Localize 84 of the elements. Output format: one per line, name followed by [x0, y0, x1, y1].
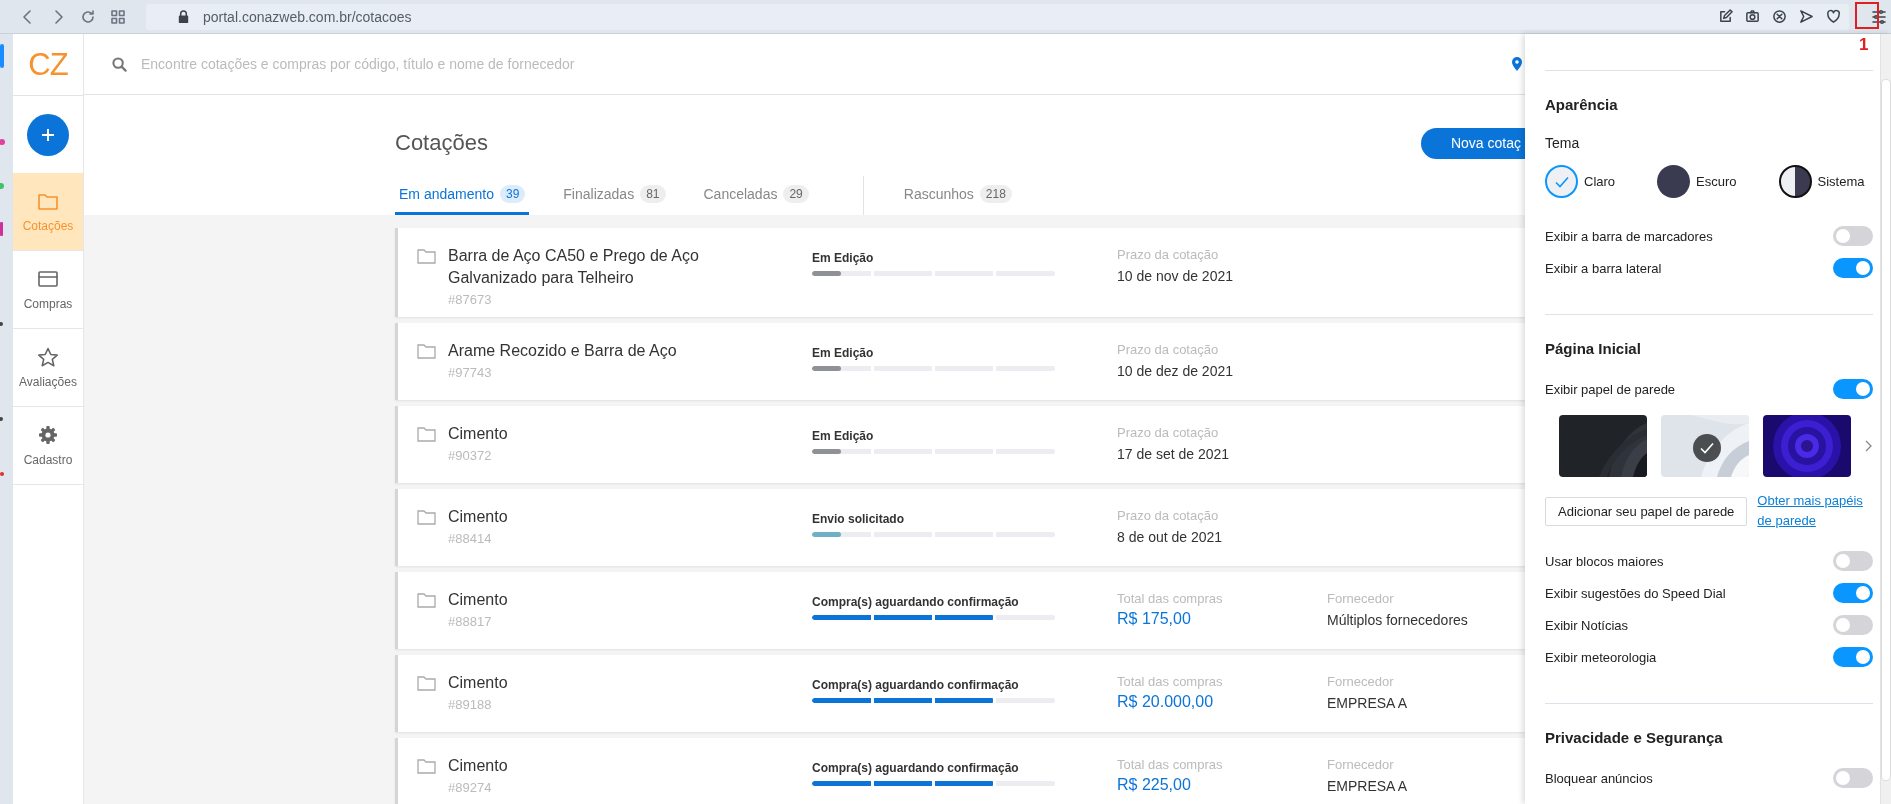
tab-label: Finalizadas [563, 186, 635, 202]
deadline-date: 10 de nov de 2021 [1117, 268, 1234, 284]
url-text: portal.conazweb.com.br/cotacoes [203, 8, 413, 25]
quote-card[interactable]: Cimento #90372 Em Edição Prazo da cotação 17 de set de 2021 [395, 406, 1525, 483]
total-value: R$ 175,00 [1117, 610, 1192, 628]
count-badge: 218 [979, 185, 1012, 203]
quote-id: #87673 [448, 292, 493, 307]
theme-option[interactable]: Escuro [1657, 165, 1737, 198]
count-badge: 29 [783, 185, 809, 203]
search-field[interactable]: Encontre cotações e compras por código, título e nome de fornecedor [139, 55, 843, 73]
quote-id: #88817 [448, 614, 493, 629]
annotation-number: 1 [1859, 35, 1869, 55]
total-value: R$ 225,00 [1117, 776, 1192, 794]
deadline-date: 8 de out de 2021 [1117, 529, 1224, 545]
quote-title: Cimento [448, 507, 509, 527]
address-bar[interactable]: portal.conazweb.com.br/cotacoes [146, 3, 1849, 30]
logo: CZ [13, 34, 83, 96]
status-label: Compra(s) aguardando confirmação [812, 761, 1020, 775]
section-title: Página Inicial [1545, 340, 1642, 357]
setting-label: Exibir sugestões do Speed Dial [1545, 585, 1726, 601]
setting-label: Exibir a barra de marcadores [1545, 228, 1713, 244]
quote-title: Cimento [448, 756, 509, 776]
quote-id: #90372 [448, 448, 493, 463]
status-label: Em Edição [812, 251, 875, 265]
status-label: Compra(s) aguardando confirmação [812, 678, 1020, 692]
count-badge: 81 [640, 185, 666, 203]
supplier-name: EMPRESA A [1327, 778, 1408, 794]
detail-label: Total das compras [1117, 674, 1224, 689]
new-quote-button[interactable]: Nova cotaç [1420, 127, 1525, 159]
tab[interactable]: Rascunhos 218 [899, 176, 1016, 215]
add-wallpaper-button[interactable]: Adicionar seu papel de parede [1545, 496, 1748, 526]
tab-label: Canceladas [703, 186, 778, 202]
quote-card[interactable]: Barra de Aço CA50 e Prego de Aço Galvanizado para Telheiro #87673 Em Edição Prazo da cotação 10 de nov de 2021 [395, 228, 1525, 317]
section-title: Privacidade e Segurança [1545, 729, 1724, 746]
more-wallpapers-link[interactable]: Obter mais papéis de parede [1757, 491, 1868, 531]
setting-label: Exibir papel de parede [1545, 381, 1676, 397]
quote-id: #88414 [448, 531, 493, 546]
quote-title: Cimento [448, 673, 509, 693]
detail-label: Prazo da cotação [1117, 508, 1220, 523]
theme-option[interactable]: Claro [1545, 165, 1616, 198]
quote-card[interactable]: Cimento #88817 Compra(s) aguardando confirmação Total das compras R$ 175,00 Fornecedor Múltiplos fornecedores [395, 572, 1525, 649]
supplier-name: EMPRESA A [1327, 695, 1408, 711]
quote-card[interactable]: Cimento #89274 Compra(s) aguardando confirmação Total das compras R$ 225,00 Fornecedor EMPRESA A [395, 738, 1525, 804]
deadline-date: 17 de set de 2021 [1117, 446, 1231, 462]
supplier-label: Fornecedor [1327, 591, 1395, 606]
setting-label: Tema [1545, 135, 1581, 151]
status-label: Compra(s) aguardando confirmação [812, 595, 1020, 609]
setting-label: Usar blocos maiores [1545, 553, 1664, 569]
setting-label: Exibir a barra lateral [1545, 260, 1662, 276]
theme-option[interactable]: Sistema [1778, 165, 1865, 198]
quote-id: #89274 [448, 780, 493, 795]
setting-label: Exibir meteorologia [1545, 649, 1657, 665]
supplier-label: Fornecedor [1327, 757, 1395, 772]
page-title: Cotações [395, 130, 488, 156]
status-label: Envio solicitado [812, 512, 905, 526]
tab-label: Rascunhos [903, 186, 974, 202]
supplier-label: Fornecedor [1327, 674, 1395, 689]
tab-label: Em andamento [399, 186, 494, 202]
status-label: Em Edição [812, 429, 875, 443]
detail-label: Prazo da cotação [1117, 342, 1220, 357]
status-label: Em Edição [812, 346, 875, 360]
total-value: R$ 20.000,00 [1117, 693, 1215, 711]
quote-title: Arame Recozido e Barra de Aço [448, 341, 678, 361]
detail-label: Total das compras [1117, 591, 1224, 606]
quote-title: Cimento [448, 424, 509, 444]
detail-label: Prazo da cotação [1117, 247, 1220, 262]
tab[interactable]: Finalizadas 81 [559, 176, 670, 215]
quote-title: Cimento [448, 590, 509, 610]
tab[interactable]: Canceladas 29 [699, 176, 813, 215]
deadline-date: 10 de dez de 2021 [1117, 363, 1234, 379]
setting-label: Exibir Notícias [1545, 617, 1629, 633]
quote-id: #97743 [448, 365, 493, 380]
quote-id: #89188 [448, 697, 493, 712]
tab[interactable]: Em andamento 39 [395, 176, 530, 215]
section-title: Aparência [1545, 96, 1619, 113]
quote-title: Barra de Aço CA50 e Prego de Aço Galvanizado para Telheiro [448, 246, 700, 288]
supplier-name: Múltiplos fornecedores [1327, 612, 1468, 628]
detail-label: Prazo da cotação [1117, 425, 1220, 440]
count-badge: 39 [499, 185, 526, 203]
detail-label: Total das compras [1117, 757, 1224, 772]
setting-label: Bloquear anúncios [1545, 770, 1653, 786]
quote-card[interactable]: Cimento #88414 Envio solicitado Prazo da cotação 8 de out de 2021 [395, 489, 1525, 566]
quote-card[interactable]: Cimento #89188 Compra(s) aguardando confirmação Total das compras R$ 20.000,00 Fornecedor EMPRESA A [395, 655, 1525, 732]
quote-card[interactable]: Arame Recozido e Barra de Aço #97743 Em Edição Prazo da cotação 10 de dez de 2021 [395, 323, 1525, 400]
